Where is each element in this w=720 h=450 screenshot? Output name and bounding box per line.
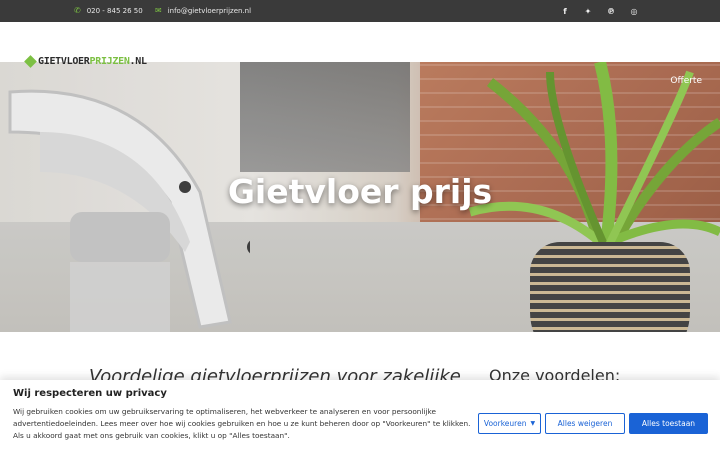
logo-text: GIETVLOERPRIJZEN.NL: [38, 56, 147, 67]
site-logo[interactable]: GIETVLOERPRIJZEN.NL: [24, 55, 147, 68]
email-address[interactable]: info@gietvloerprijzen.nl: [168, 7, 251, 15]
phone-icon: ✆: [74, 6, 81, 15]
twitter-icon[interactable]: ✦: [584, 7, 592, 16]
pinterest-icon[interactable]: ℗: [607, 7, 615, 16]
phone-contact[interactable]: ✆ 020 - 845 26 50: [74, 0, 143, 22]
top-bar: ✆ 020 - 845 26 50 ✉ info@gietvloerprijze…: [0, 0, 720, 22]
email-contact[interactable]: ✉ info@gietvloerprijzen.nl: [155, 0, 251, 22]
cookie-text: Wij gebruiken cookies om uw gebruikserva…: [13, 407, 471, 440]
logo-text-part3: .NL: [129, 56, 147, 67]
preferences-label: Voorkeuren: [483, 419, 527, 428]
chevron-down-icon: ▼: [530, 420, 536, 427]
logo-text-part1: GIETVLOER: [38, 56, 90, 67]
hero-title: Gietvloer prijs: [227, 172, 493, 211]
allow-all-button[interactable]: Alles toestaan: [629, 413, 708, 434]
social-links: f ✦ ℗ ◎: [561, 0, 638, 22]
facebook-icon[interactable]: f: [561, 7, 569, 16]
hero-banner: Gietvloer prijs: [0, 62, 720, 332]
phone-number[interactable]: 020 - 845 26 50: [87, 7, 143, 15]
envelope-icon: ✉: [155, 6, 162, 15]
nav-offerte-link[interactable]: Offerte: [670, 76, 702, 86]
logo-diamond-icon: [24, 55, 37, 68]
logo-text-part2: PRIJZEN: [89, 56, 130, 67]
cookie-title: Wij respecteren uw privacy: [13, 388, 167, 399]
cookie-banner: Wij respecteren uw privacy Wij gebruiken…: [0, 380, 720, 450]
instagram-icon[interactable]: ◎: [630, 7, 638, 16]
deny-all-button[interactable]: Alles weigeren: [545, 413, 625, 434]
preferences-button[interactable]: Voorkeuren ▼: [478, 413, 541, 434]
